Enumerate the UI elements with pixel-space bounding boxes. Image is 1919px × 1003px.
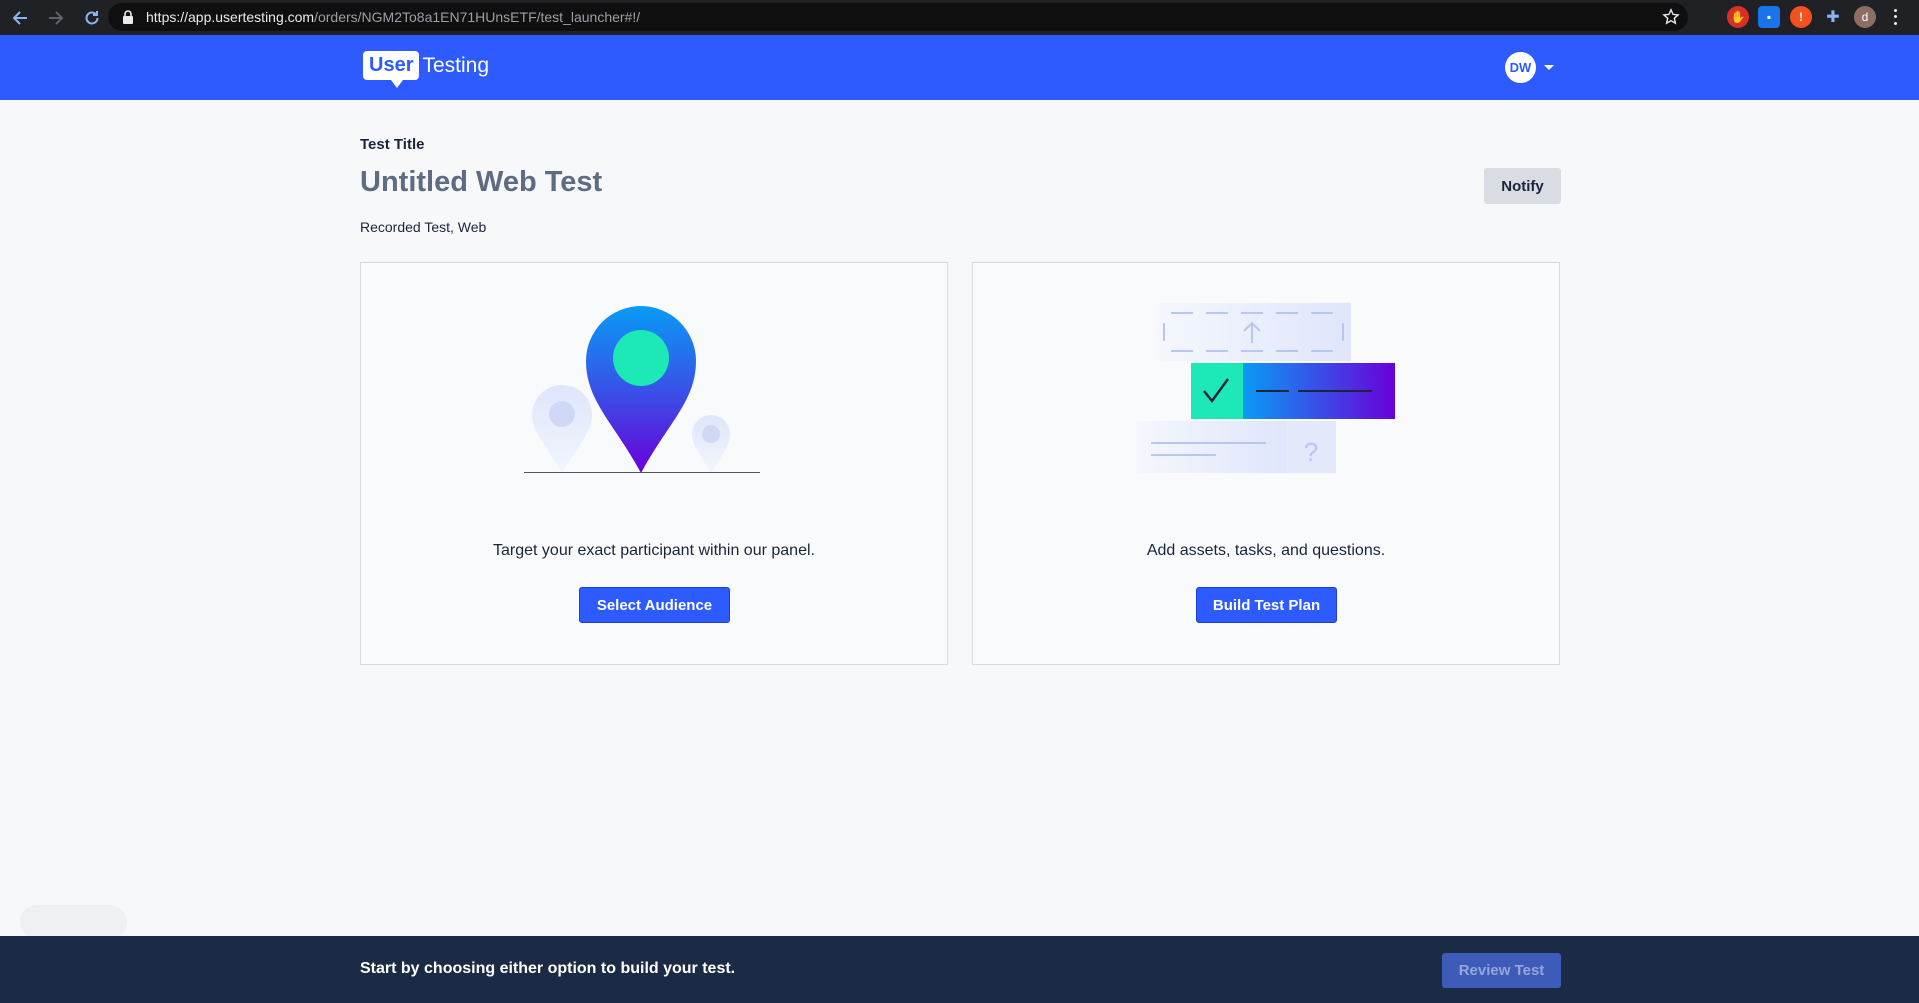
arrow-left-icon <box>12 10 27 25</box>
svg-text:?: ? <box>1304 437 1318 467</box>
url-text: https://app.usertesting.com/orders/NGM2T… <box>146 9 640 25</box>
extension-alert-icon[interactable]: ! <box>1790 6 1812 28</box>
extension-adblock-icon[interactable]: ✋ <box>1727 6 1749 28</box>
review-test-button[interactable]: Review Test <box>1442 953 1561 988</box>
reload-button[interactable] <box>76 2 108 34</box>
lock-icon <box>123 10 133 24</box>
test-plan-description: Add assets, tasks, and questions. <box>1146 542 1386 559</box>
notify-button[interactable]: Notify <box>1484 168 1561 204</box>
forward-button[interactable] <box>40 2 72 34</box>
checklist-icon: ? <box>1136 303 1395 473</box>
browser-profile-avatar[interactable]: d <box>1854 6 1876 28</box>
extension-save-icon[interactable]: ▪ <box>1758 6 1780 28</box>
test-title-label: Test Title <box>360 136 425 153</box>
user-avatar[interactable]: DW <box>1505 52 1536 83</box>
reload-icon <box>85 10 99 24</box>
map-pins-illustration <box>361 303 947 473</box>
test-type-subtitle: Recorded Test, Web <box>360 219 487 235</box>
extensions-puzzle-icon[interactable]: ✚ <box>1822 6 1844 28</box>
arrow-right-icon <box>49 10 64 25</box>
bookmark-star-icon[interactable] <box>1662 8 1680 26</box>
location-pin-icon <box>524 306 760 473</box>
usertesting-logo[interactable]: User Testing <box>363 51 490 88</box>
build-test-plan-button[interactable]: Build Test Plan <box>1196 587 1337 623</box>
audience-card: Target your exact participant within our… <box>360 262 948 665</box>
address-bar[interactable]: https://app.usertesting.com/orders/NGM2T… <box>108 3 1688 31</box>
chevron-down-icon[interactable] <box>1544 65 1554 70</box>
app-header: User Testing DW <box>0 35 1919 100</box>
url-host: https://app.usertesting.com <box>146 9 315 25</box>
url-path: /orders/NGM2To8a1EN71HUnsETF/test_launch… <box>314 9 641 25</box>
logo-user-text: User <box>363 51 420 88</box>
test-plan-card: ? Add assets, tasks, and questions. Buil… <box>972 262 1560 665</box>
footer-bar: Start by choosing either option to build… <box>0 936 1919 1003</box>
select-audience-button[interactable]: Select Audience <box>579 587 730 623</box>
back-button[interactable] <box>4 2 36 34</box>
footer-instruction: Start by choosing either option to build… <box>360 960 736 977</box>
chat-widget-button[interactable] <box>20 905 127 939</box>
page-title[interactable]: Untitled Web Test <box>360 166 602 199</box>
task-list-illustration: ? <box>973 303 1559 473</box>
logo-testing-text: Testing <box>422 53 490 77</box>
audience-description: Target your exact participant within our… <box>493 542 815 559</box>
browser-toolbar: https://app.usertesting.com/orders/NGM2T… <box>0 0 1919 35</box>
browser-menu-icon[interactable] <box>1890 7 1900 27</box>
